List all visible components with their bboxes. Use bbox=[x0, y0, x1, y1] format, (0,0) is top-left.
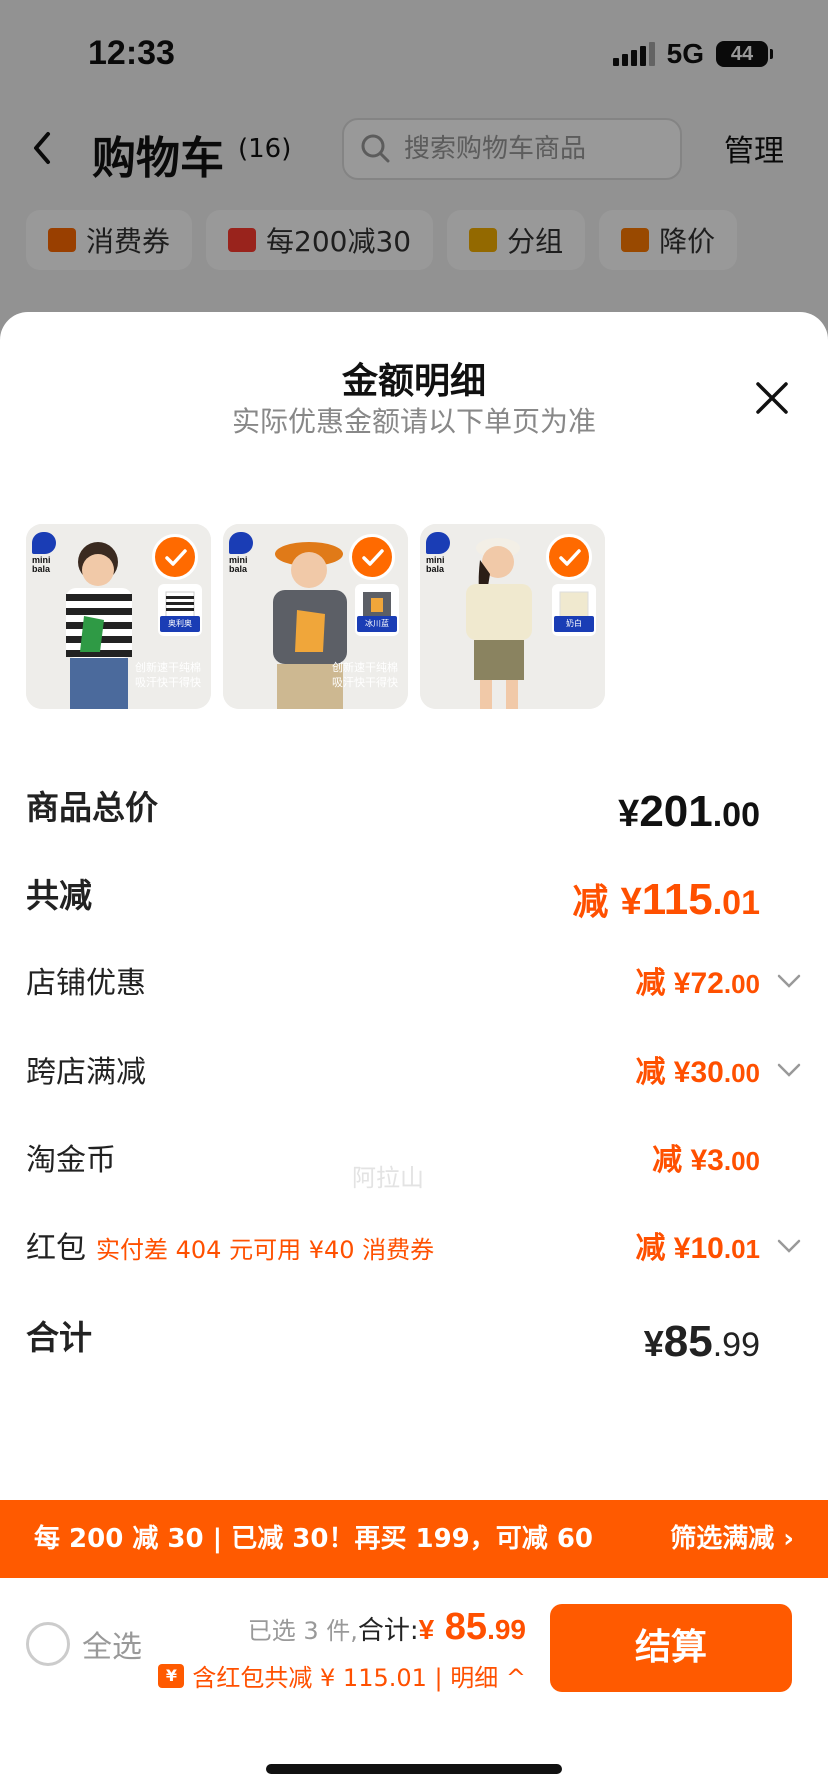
checkmark-icon bbox=[165, 549, 187, 566]
brand-logo-text: mini bala bbox=[229, 555, 248, 574]
row-label: 合计 bbox=[26, 1318, 92, 1357]
row-red-packet[interactable]: 红包 实付差 404 元可用 ¥40 消费券 减 ¥10.01 bbox=[26, 1219, 802, 1279]
color-tag: 奶白 bbox=[554, 616, 594, 632]
brand-logo: mini bala bbox=[229, 532, 255, 574]
color-tag: 冰川蓝 bbox=[357, 616, 397, 632]
row-goods-total: 商品总价 ¥201.00 bbox=[26, 778, 802, 838]
checkmark-icon bbox=[362, 549, 384, 566]
promo-text: 每 200 减 30 | 已减 30！再买 199，可减 60 bbox=[34, 1524, 594, 1554]
total-label: 合计: bbox=[357, 1616, 419, 1646]
red-packet-icon: ¥ bbox=[158, 1663, 185, 1688]
total-discount-value: 减 ¥115.01 bbox=[572, 875, 760, 924]
sum-value: ¥85.99 bbox=[643, 1317, 760, 1366]
row-cross-store-discount[interactable]: 跨店满减 减 ¥30.00 bbox=[26, 1043, 802, 1103]
selected-check[interactable] bbox=[349, 534, 395, 580]
sheet-subtitle: 实际优惠金额请以下单页为准 bbox=[231, 405, 596, 438]
goods-total-value: ¥201.00 bbox=[618, 787, 760, 836]
select-all-toggle[interactable]: 全选 bbox=[26, 1622, 142, 1666]
brand-logo-text: mini bala bbox=[32, 555, 51, 574]
product-thumbnail[interactable]: mini bala 奥利奥 创新速干纯棉 吸汗快干得快 bbox=[26, 524, 211, 709]
brand-logo: mini bala bbox=[32, 532, 58, 574]
row-total-discount: 共减 减 ¥115.01 bbox=[26, 866, 802, 926]
product-caption: 创新速干纯棉 吸汗快干得快 bbox=[332, 661, 398, 689]
row-label: 店铺优惠 bbox=[26, 966, 146, 1001]
row-label: 跨店满减 bbox=[26, 1055, 146, 1090]
red-packet-note: 实付差 404 元可用 ¥40 消费券 bbox=[96, 1236, 435, 1264]
product-thumbnail[interactable]: mini bala 奶白 bbox=[420, 524, 605, 709]
row-label: 淘金币 bbox=[26, 1143, 116, 1178]
promo-bar[interactable]: 每 200 减 30 | 已减 30！再买 199，可减 60 筛选满减 › bbox=[0, 1500, 828, 1578]
close-button[interactable] bbox=[752, 378, 792, 418]
close-icon bbox=[756, 382, 788, 414]
discount-detail-link[interactable]: ¥ 含红包共减 ¥ 115.01 | 明细 ^ bbox=[158, 1658, 526, 1693]
selected-count: 已选 3 件, bbox=[247, 1617, 358, 1645]
product-thumbnails: mini bala 奥利奥 创新速干纯棉 吸汗快干得快 mini bala 冰川… bbox=[26, 524, 605, 709]
checkout-button[interactable]: 结算 bbox=[550, 1604, 792, 1692]
row-store-discount[interactable]: 店铺优惠 减 ¥72.00 bbox=[26, 954, 802, 1014]
color-tag: 奥利奥 bbox=[160, 616, 200, 632]
brand-logo: mini bala bbox=[426, 532, 452, 574]
row-label: 共减 bbox=[26, 876, 92, 915]
checkmark-icon bbox=[559, 549, 581, 566]
watermark: 阿拉山 bbox=[352, 1164, 424, 1192]
chevron-down-icon[interactable] bbox=[776, 972, 802, 990]
home-indicator bbox=[266, 1764, 562, 1774]
checkout-bar: 全选 已选 3 件,合计:¥ 85.99 ¥ 含红包共减 ¥ 115.01 | … bbox=[0, 1578, 828, 1792]
summary-line: 已选 3 件,合计:¥ 85.99 bbox=[248, 1606, 526, 1649]
row-sum: 合计 ¥85.99 bbox=[26, 1308, 802, 1368]
chevron-down-icon[interactable] bbox=[776, 1061, 802, 1079]
store-discount-value: 减 ¥72.00 bbox=[635, 967, 760, 1000]
row-label: 商品总价 bbox=[26, 788, 158, 827]
product-caption: 创新速干纯棉 吸汗快干得快 bbox=[135, 661, 201, 689]
brand-logo-text: mini bala bbox=[426, 555, 445, 574]
cross-store-discount-value: 减 ¥30.00 bbox=[635, 1056, 760, 1089]
discount-detail-text: 含红包共减 ¥ 115.01 | 明细 ^ bbox=[192, 1664, 526, 1692]
radio-icon[interactable] bbox=[26, 1622, 70, 1666]
sheet-title: 金额明细 bbox=[341, 361, 486, 402]
total-price: ¥ 85.99 bbox=[418, 1606, 526, 1648]
red-packet-value: 减 ¥10.01 bbox=[635, 1232, 760, 1265]
row-label: 红包 实付差 404 元可用 ¥40 消费券 bbox=[26, 1231, 435, 1266]
selected-check[interactable] bbox=[152, 534, 198, 580]
filter-promo-link[interactable]: 筛选满减 › bbox=[670, 1500, 794, 1578]
select-all-label: 全选 bbox=[82, 1630, 142, 1665]
gold-coins-value: 减 ¥3.00 bbox=[652, 1144, 760, 1177]
selected-check[interactable] bbox=[546, 534, 592, 580]
product-thumbnail[interactable]: mini bala 冰川蓝 创新速干纯棉 吸汗快干得快 bbox=[223, 524, 408, 709]
chevron-down-icon[interactable] bbox=[776, 1237, 802, 1255]
